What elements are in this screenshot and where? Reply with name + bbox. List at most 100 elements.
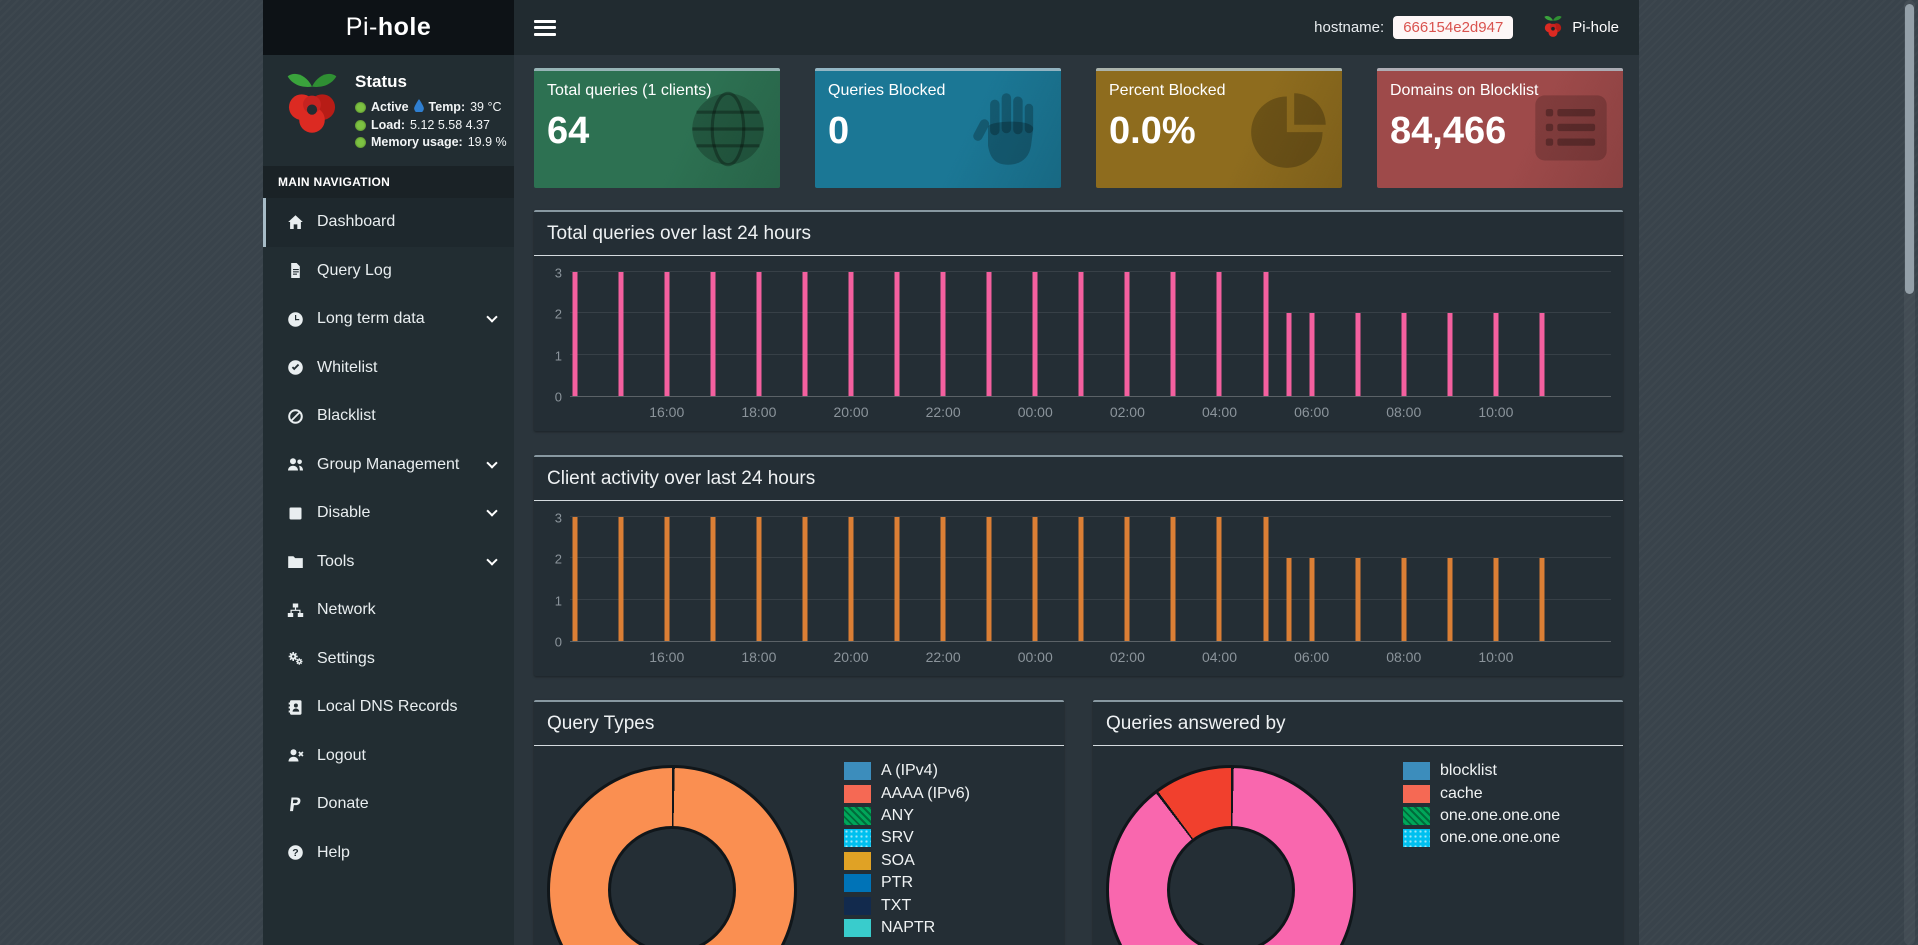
client-activity-chart: 0 1 2 3 16:00 18:00 20:00 22:00 00:00 02:00 04:00 0… (534, 501, 1623, 676)
list-icon (1535, 95, 1607, 161)
x-axis-tick-label: 18:00 (741, 649, 777, 665)
address-book-icon (286, 698, 304, 716)
legend-item[interactable]: AAAA (IPv6) (844, 782, 970, 804)
x-axis-tick-label: 08:00 (1386, 649, 1422, 665)
sidebar-item-tools[interactable]: Tools (263, 538, 514, 587)
x-axis-tick-label: 02:00 (1109, 404, 1145, 420)
bar (1493, 313, 1499, 396)
raspberry-logo-icon (283, 70, 341, 139)
legend-item[interactable]: TXT (844, 894, 970, 916)
sidebar-item-long-term-data[interactable]: Long term data (263, 295, 514, 344)
sidebar-item-settings[interactable]: Settings (263, 635, 514, 684)
pihole-brand[interactable]: Pi-hole (1543, 14, 1619, 42)
check-circle-icon (286, 359, 304, 377)
legend-item[interactable]: SOA (844, 850, 970, 872)
bar (1401, 558, 1407, 641)
chart-title: Queries answered by (1093, 702, 1623, 746)
logo-bold: hole (377, 13, 432, 41)
gridline (570, 516, 1611, 517)
bar (1539, 313, 1545, 396)
legend-swatch (844, 829, 871, 848)
gears-icon (286, 650, 304, 668)
status-title: Status (355, 72, 407, 91)
chevron-down-icon (486, 505, 498, 517)
pie-chart-icon (1251, 93, 1326, 168)
bar (1124, 272, 1130, 396)
y-axis-tick-label: 3 (554, 265, 562, 281)
legend-item[interactable]: NAPTR (844, 917, 970, 939)
sitemap-icon (286, 601, 304, 619)
hostname-label: hostname: (1314, 19, 1385, 36)
navbar-main: hostname: 666154e2d947 Pi-hole (514, 0, 1639, 55)
legend-item[interactable]: one.one.one.one (1403, 805, 1560, 827)
legend-item[interactable]: one.one.one.one (1403, 827, 1560, 849)
users-icon (286, 456, 304, 474)
app-logo[interactable]: Pi-hole (263, 0, 514, 55)
x-axis-tick-label: 04:00 (1201, 649, 1237, 665)
bar (1216, 517, 1222, 641)
bar (618, 517, 624, 641)
sidebar-toggle-icon[interactable] (534, 19, 556, 36)
query-types-donut (547, 765, 797, 945)
legend-item[interactable]: A (IPv4) (844, 760, 970, 782)
scrollbar-thumb[interactable] (1905, 4, 1914, 294)
sidebar-item-query-log[interactable]: Query Log (263, 247, 514, 296)
legend-item[interactable]: cache (1403, 782, 1560, 804)
x-axis-tick-label: 06:00 (1294, 649, 1330, 665)
y-axis-tick-label: 2 (554, 306, 562, 322)
donut-charts-row: Query Types A (IPv4) AAAA (IPv6) ANY SRV SOA… (534, 700, 1623, 945)
x-axis-tick-label: 16:00 (649, 404, 685, 420)
temp-label: Temp: (428, 100, 466, 114)
sidebar-item-network[interactable]: Network (263, 586, 514, 635)
legend-item[interactable]: blocklist (1403, 760, 1560, 782)
sidebar-item-logout[interactable]: Logout (263, 732, 514, 781)
bar (664, 272, 670, 396)
bar (1309, 558, 1315, 641)
legend-item[interactable]: ANY (844, 805, 970, 827)
hostname-badge: 666154e2d947 (1393, 16, 1514, 39)
bar (1286, 558, 1292, 641)
legend-swatch (844, 762, 871, 781)
sidebar-item-blacklist[interactable]: Blacklist (263, 392, 514, 441)
bar (756, 272, 762, 396)
chevron-down-icon (486, 311, 498, 323)
bar (572, 272, 578, 396)
bar (664, 517, 670, 641)
sidebar-item-local-dns-records[interactable]: Local DNS Records (263, 683, 514, 732)
sidebar-item-group-management[interactable]: Group Management (263, 441, 514, 490)
chevron-down-icon (486, 457, 498, 469)
sidebar-item-dashboard[interactable]: Dashboard (263, 198, 514, 247)
legend-item[interactable]: PTR (844, 872, 970, 894)
stat-card-queries-blocked[interactable]: Queries Blocked 0 (815, 68, 1061, 188)
y-axis-tick-label: 2 (554, 551, 562, 567)
main-content: Total queries (1 clients) 64 Queries Blo… (514, 55, 1639, 945)
sidebar-item-label: Tools (317, 552, 355, 570)
x-axis-tick-label: 16:00 (649, 649, 685, 665)
status-row-memory: Memory usage: 19.9 % (355, 135, 507, 149)
brand-label: Pi-hole (1572, 19, 1619, 36)
sidebar-item-label: Settings (317, 649, 375, 667)
stat-card-percent-blocked[interactable]: Percent Blocked 0.0% (1096, 68, 1342, 188)
sidebar-item-label: Local DNS Records (317, 698, 458, 716)
y-axis-tick-label: 0 (554, 389, 562, 405)
stat-card-domains-blocklist[interactable]: Domains on Blocklist 84,466 (1377, 68, 1623, 188)
sidebar-item-label: Network (317, 601, 376, 619)
plot-area: 0 1 2 3 16:00 18:00 20:00 22:00 00:00 02:00 04:00 0… (555, 266, 1611, 420)
legend-swatch (1403, 806, 1430, 825)
x-axis-tick-label: 10:00 (1478, 404, 1514, 420)
sidebar-item-help[interactable]: ? Help (263, 829, 514, 878)
logo-prefix: Pi- (345, 13, 378, 41)
y-axis-tick-label: 0 (554, 634, 562, 650)
sidebar-item-label: Logout (317, 746, 366, 764)
legend-item[interactable]: SRV (844, 827, 970, 849)
bar (802, 517, 808, 641)
stat-card-total-queries[interactable]: Total queries (1 clients) 64 (534, 68, 780, 188)
sidebar-item-whitelist[interactable]: Whitelist (263, 344, 514, 393)
status-ok-icon (355, 101, 366, 113)
chart-title: Client activity over last 24 hours (534, 457, 1623, 501)
pihole-app: Pi-hole hostname: 666154e2d947 Pi-hole S… (263, 0, 1639, 945)
sidebar-menu: Dashboard Query Log Long term data White… (263, 198, 514, 877)
sidebar-item-donate[interactable]: Donate (263, 780, 514, 829)
sidebar-item-disable[interactable]: Disable (263, 489, 514, 538)
x-axis-tick-label: 22:00 (925, 649, 961, 665)
